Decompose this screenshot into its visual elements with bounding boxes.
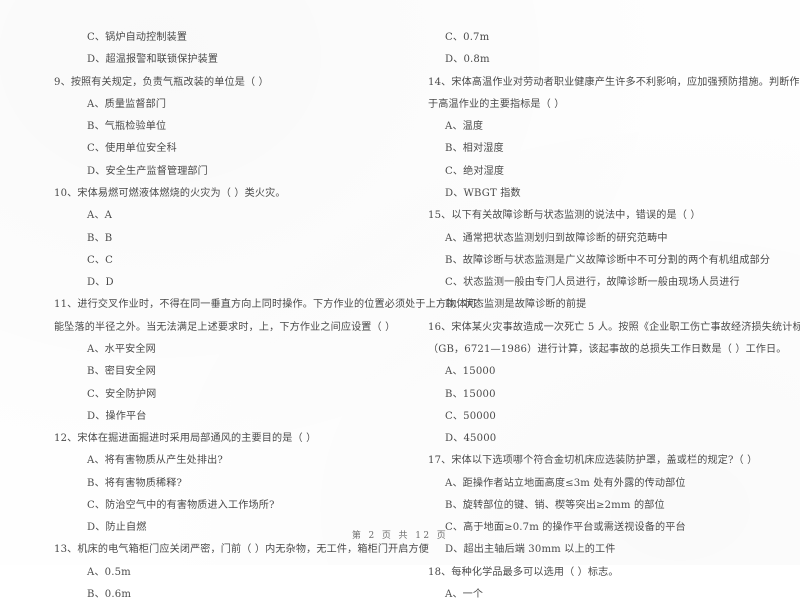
continued-option: D、0.8m	[445, 54, 490, 66]
option-b: B、0.6m	[87, 589, 132, 600]
question-stem: 9、按照有关规定，负责气瓶改装的单位是（ ）	[54, 76, 269, 88]
option-c: C、防治空气中的有害物质进入工作场所?	[87, 499, 275, 511]
continued-option: C、锅炉自动控制装置	[87, 32, 188, 43]
option-b: B、气瓶检验单位	[87, 121, 167, 133]
question-stem-continued: 能坠落的半径之外。当无法满足上述要求时，上，下方作业之间应设置（ ）	[54, 321, 396, 333]
question-13: 13、机床的电气箱柜门应关闭严密，门前（ ）内无杂物，无工件，箱柜门开启方便 A…	[54, 545, 429, 600]
question-stem: 14、宋体高温作业对劳动者职业健康产生许多不利影响，应加强预防措施。判断作业场所…	[428, 76, 800, 88]
option-a: A、距操作者站立地面高度≤3m 处有外露的传动部位	[445, 477, 686, 489]
option-b: B、故障诊断与状态监测是广义故障诊断中不可分割的两个有机组成部分	[445, 254, 771, 266]
option-c: C、使用单位安全科	[87, 143, 177, 155]
option-a: A、温度	[445, 121, 484, 133]
page-footer: 第 2 页 共 12 页	[351, 531, 449, 541]
two-column-body: C、锅炉自动控制装置 D、超温报警和联锁保护装置 9、按照有关规定，负责气瓶改装…	[0, 0, 800, 599]
option-c: C、50000	[445, 410, 496, 422]
option-d: D、状态监测是故障诊断的前提	[445, 299, 587, 311]
option-d: D、WBGT 指数	[445, 187, 521, 199]
option-a: A、质量监督部门	[87, 98, 167, 110]
option-c: C、C	[87, 254, 113, 266]
question-stem: 11、进行交叉作业时，不得在同一垂直方向上同时操作。下方作业的位置必须处于上方物…	[54, 299, 477, 311]
option-a: A、水平安全网	[87, 343, 156, 355]
question-stem: 15、以下有关故障诊断与状态监测的说法中，错误的是（ ）	[428, 210, 701, 222]
continued-option: D、超温报警和联锁保护装置	[87, 54, 219, 66]
question-stem: 18、每种化学品最多可以选用（ ）标志。	[428, 566, 619, 578]
left-column: C、锅炉自动控制装置 D、超温报警和联锁保护装置 9、按照有关规定，负责气瓶改装…	[26, 32, 477, 599]
option-d: D、45000	[445, 433, 497, 445]
question-11: 11、进行交叉作业时，不得在同一垂直方向上同时操作。下方作业的位置必须处于上方物…	[54, 300, 477, 422]
question-18: 18、每种化学品最多可以选用（ ）标志。 A、一个	[428, 566, 720, 600]
question-16: 16、宋体某火灾事故造成一次死亡 5 人。按照《企业职工伤亡事故经济损失统计标准…	[428, 321, 800, 445]
option-b: B、相对湿度	[445, 143, 504, 155]
question-12: 12、宋体在掘进面掘进时采用局部通风的主要目的是（ ） A、将有害物质从产生处排…	[54, 433, 370, 533]
question-stem: 13、机床的电气箱柜门应关闭严密，门前（ ）内无杂物，无工件，箱柜门开启方便	[54, 544, 430, 556]
option-a: A、15000	[445, 366, 496, 378]
option-a: A、A	[87, 210, 113, 222]
question-9: 9、按照有关规定，负责气瓶改装的单位是（ ） A、质量监督部门 B、气瓶检验单位…	[54, 77, 370, 177]
question-14: 14、宋体高温作业对劳动者职业健康产生许多不利影响，应加强预防措施。判断作业场所…	[428, 76, 800, 200]
option-b: B、15000	[445, 388, 496, 400]
right-column: C、0.7m D、0.8m 14、宋体高温作业对劳动者职业健康产生许多不利影响，…	[374, 32, 800, 599]
option-a: A、一个	[445, 589, 484, 600]
option-b: B、B	[87, 232, 113, 244]
option-c: C、状态监测一般由专门人员进行，故障诊断一般由现场人员进行	[445, 277, 740, 289]
option-d: D、操作平台	[87, 410, 147, 422]
question-stem: 10、宋体易燃可燃液体燃烧的火灾为（ ）类火灾。	[54, 187, 286, 199]
option-b: B、密目安全网	[87, 366, 157, 378]
option-a: A、0.5m	[87, 566, 131, 578]
option-d: D、安全生产监督管理部门	[87, 165, 208, 177]
option-c: C、绝对湿度	[445, 165, 505, 177]
question-stem: 16、宋体某火灾事故造成一次死亡 5 人。按照《企业职工伤亡事故经济损失统计标准…	[428, 321, 800, 333]
question-10: 10、宋体易燃可燃液体燃烧的火灾为（ ）类火灾。 A、A B、B C、C D、D	[54, 188, 370, 289]
option-c: C、安全防护网	[87, 388, 157, 400]
option-a: A、将有害物质从产生处排出?	[87, 455, 223, 467]
option-a: A、通常把状态监测划归到故障诊断的研究范畴中	[445, 232, 668, 244]
option-b: B、旋转部位的键、销、楔等突出≥2mm 的部位	[445, 499, 665, 511]
question-stem-continued: 于高温作业的主要指标是（ ）	[428, 98, 565, 110]
option-b: B、将有害物质稀释?	[87, 477, 183, 489]
question-stem: 12、宋体在掘进面掘进时采用局部通风的主要目的是（ ）	[54, 433, 317, 445]
option-d: D、超出主轴后端 30mm 以上的工件	[445, 544, 616, 556]
question-stem: 17、宋体以下选项哪个符合金切机床应选装防护罩，盖或栏的规定?（ ）	[428, 455, 758, 467]
question-15: 15、以下有关故障诊断与状态监测的说法中，错误的是（ ） A、通常把状态监测划归…	[428, 210, 771, 311]
scanned-page: C、锅炉自动控制装置 D、超温报警和联锁保护装置 9、按照有关规定，负责气瓶改装…	[0, 0, 800, 600]
option-d: D、D	[87, 277, 114, 289]
continued-option: C、0.7m	[445, 32, 490, 43]
question-stem-continued: （GB，6721—1986）进行计算，该起事故的总损失工作日数是（ ）工作日。	[428, 343, 787, 355]
